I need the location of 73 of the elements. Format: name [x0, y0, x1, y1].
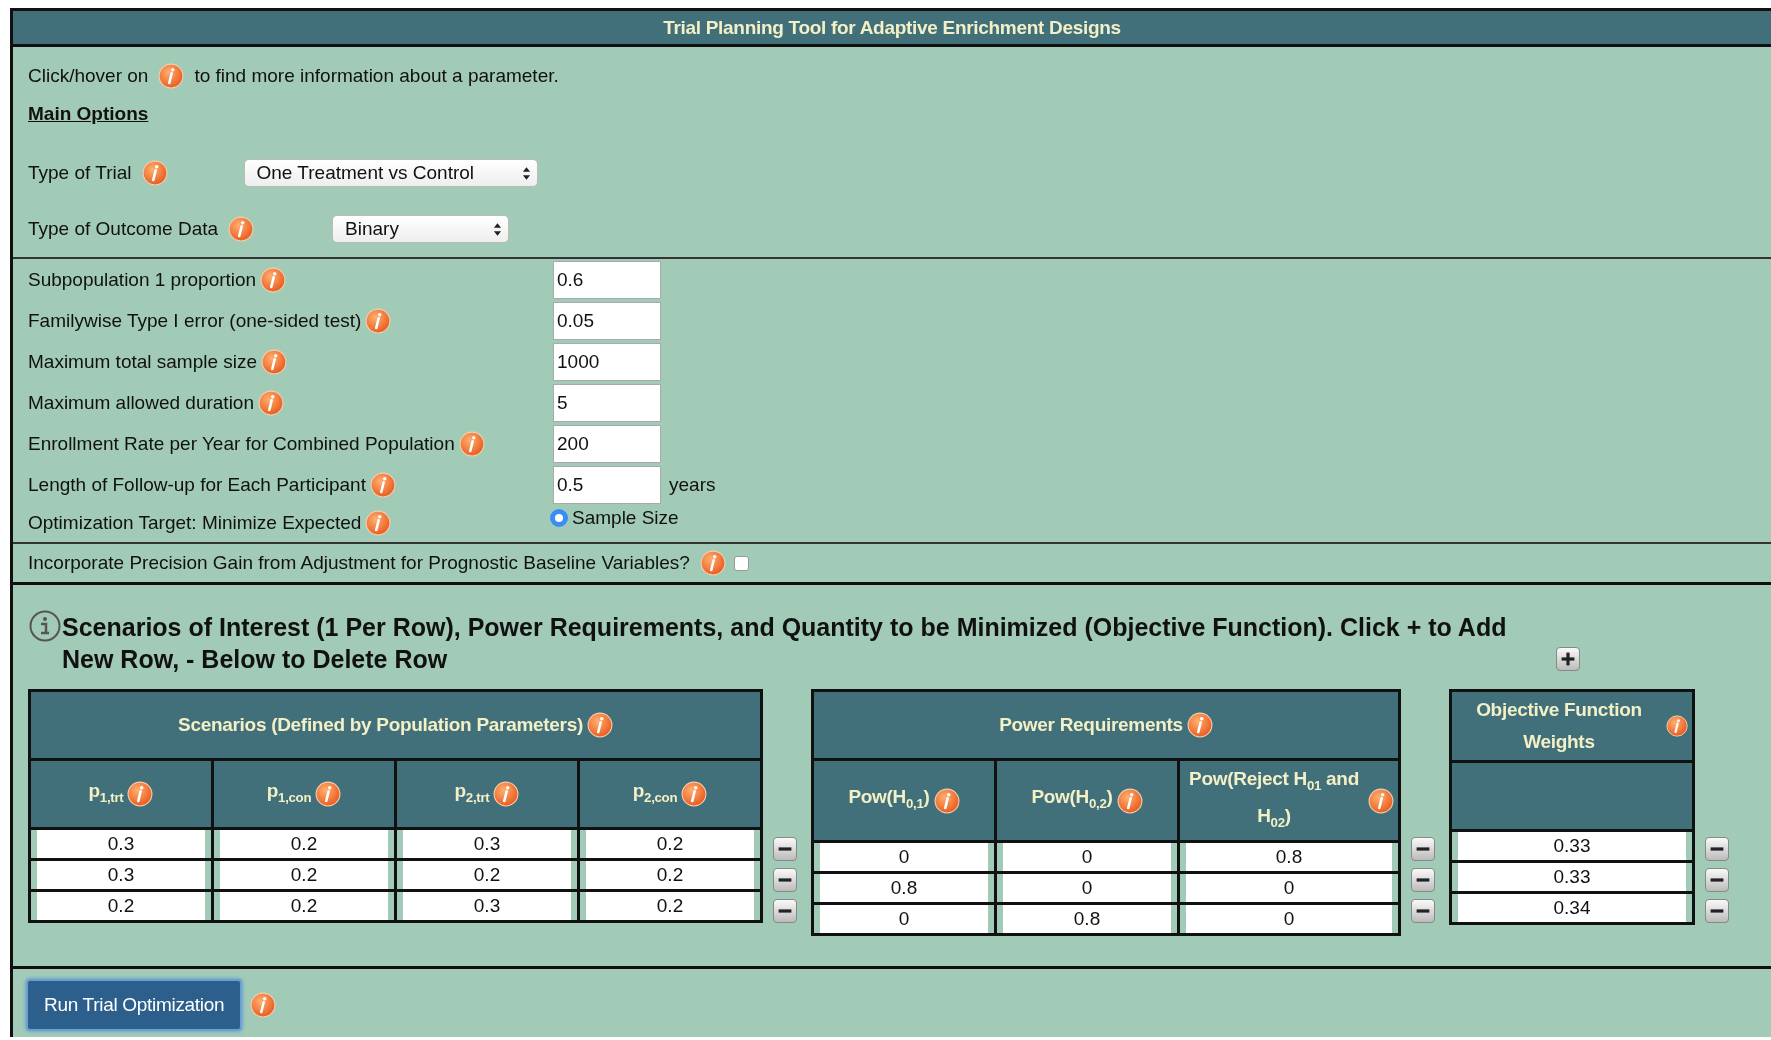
field-label: Type of Trial — [28, 162, 132, 184]
delete-row-button[interactable] — [1411, 899, 1435, 923]
info-icon[interactable] — [586, 712, 613, 738]
delete-row-button[interactable] — [773, 899, 797, 923]
dropdown[interactable]: Binary — [332, 215, 510, 243]
field-label: Type of Outcome Data — [28, 218, 219, 240]
input-field[interactable]: 200 — [553, 425, 661, 463]
dropdown[interactable]: One Treatment vs Control — [243, 159, 538, 187]
info-icon[interactable] — [369, 472, 396, 498]
plus-icon — [1560, 651, 1576, 667]
section-title: Main Options — [28, 103, 149, 125]
unit-label: years — [668, 474, 716, 495]
updown-icon — [493, 221, 503, 237]
section-heading: Scenarios of Interest (1 Per Row), Power Requirements, and Quantity to be Minimized (Objective Function). Click + to Add New Row, - Below to Delete Row — [62, 612, 1508, 675]
info-icon[interactable] — [458, 431, 485, 457]
info-icon[interactable] — [493, 781, 520, 808]
delete-row-button[interactable] — [773, 837, 797, 861]
field-label: Maximum allowed duration — [28, 392, 254, 414]
column-header: p$_{1,con}$ — [266, 779, 312, 807]
radio-option[interactable]: Sample Size — [550, 507, 1771, 529]
info-icon[interactable] — [365, 510, 392, 536]
info-icon[interactable] — [681, 781, 708, 808]
intro-text: to find more information about a parameter. — [194, 65, 559, 87]
delete-row-button[interactable] — [1411, 837, 1435, 861]
info-icon[interactable] — [260, 267, 287, 293]
input-field[interactable]: 1000 — [553, 343, 661, 381]
input-field[interactable]: 0.5 — [553, 466, 661, 504]
info-icon[interactable] — [1186, 712, 1213, 738]
info-icon[interactable] — [1368, 787, 1394, 814]
delete-row-button[interactable] — [773, 868, 797, 892]
field-label: Maximum total sample size — [28, 351, 258, 373]
column-header: p$_{1,trt}$ — [88, 779, 124, 807]
delete-row-button[interactable] — [1705, 837, 1729, 861]
updown-icon — [521, 165, 531, 181]
info-icon[interactable] — [261, 349, 288, 375]
input-field[interactable]: 0.6 — [553, 261, 661, 299]
field-label: Incorporate Precision Gain from Adjustment for Prognostic Baseline Variables? — [28, 552, 690, 574]
info-icon[interactable] — [141, 160, 168, 186]
add-row-button[interactable] — [1556, 647, 1580, 671]
column-header: Pow(H$_{0,1}$) — [848, 785, 930, 814]
checkbox[interactable] — [733, 555, 749, 571]
info-icon[interactable] — [127, 781, 154, 808]
table-group-header: Scenarios (Defined by Population Parameters) — [178, 713, 583, 737]
info-icon[interactable] — [1665, 713, 1688, 739]
field-label: Optimization Target: Minimize Expected — [28, 512, 362, 534]
column-header: Pow(Reject H$_{01}$ and H$_{02}$) — [1188, 767, 1360, 832]
delete-row-button[interactable] — [1411, 868, 1435, 892]
column-header: p$_{2,trt}$ — [454, 779, 490, 807]
field-label: Subpopulation 1 proportion — [28, 269, 257, 291]
column-header: p$_{2,con}$ — [632, 779, 678, 807]
info-icon[interactable] — [699, 550, 726, 576]
info-icon[interactable] — [250, 991, 277, 1018]
info-icon[interactable] — [158, 63, 185, 89]
info-outline-icon — [28, 609, 62, 643]
field-label: Length of Follow-up for Each Participant — [28, 474, 366, 496]
intro-text: Click/hover on — [28, 65, 149, 87]
info-icon[interactable] — [1116, 787, 1143, 814]
info-icon[interactable] — [933, 787, 960, 814]
field-label: Familywise Type I error (one-sided test) — [28, 310, 362, 332]
info-icon[interactable] — [258, 390, 284, 416]
info-icon[interactable] — [228, 216, 255, 242]
info-icon[interactable] — [315, 781, 342, 808]
delete-row-button[interactable] — [1705, 868, 1729, 892]
info-icon[interactable] — [365, 308, 392, 334]
field-label: Enrollment Rate per Year for Combined Population — [28, 433, 455, 455]
run-button[interactable]: Run Trial Optimization — [26, 978, 243, 1031]
table-group-header: Objective Function Weights — [1475, 698, 1643, 754]
app-title: Trial Planning Tool for Adaptive Enrichment Designs — [13, 11, 1771, 47]
input-field[interactable]: 5 — [553, 384, 661, 422]
column-header: Pow(H$_{0,2}$) — [1031, 785, 1113, 814]
delete-row-button[interactable] — [1705, 899, 1729, 923]
input-field[interactable]: 0.05 — [553, 302, 661, 340]
table-group-header: Power Requirements — [999, 713, 1183, 737]
